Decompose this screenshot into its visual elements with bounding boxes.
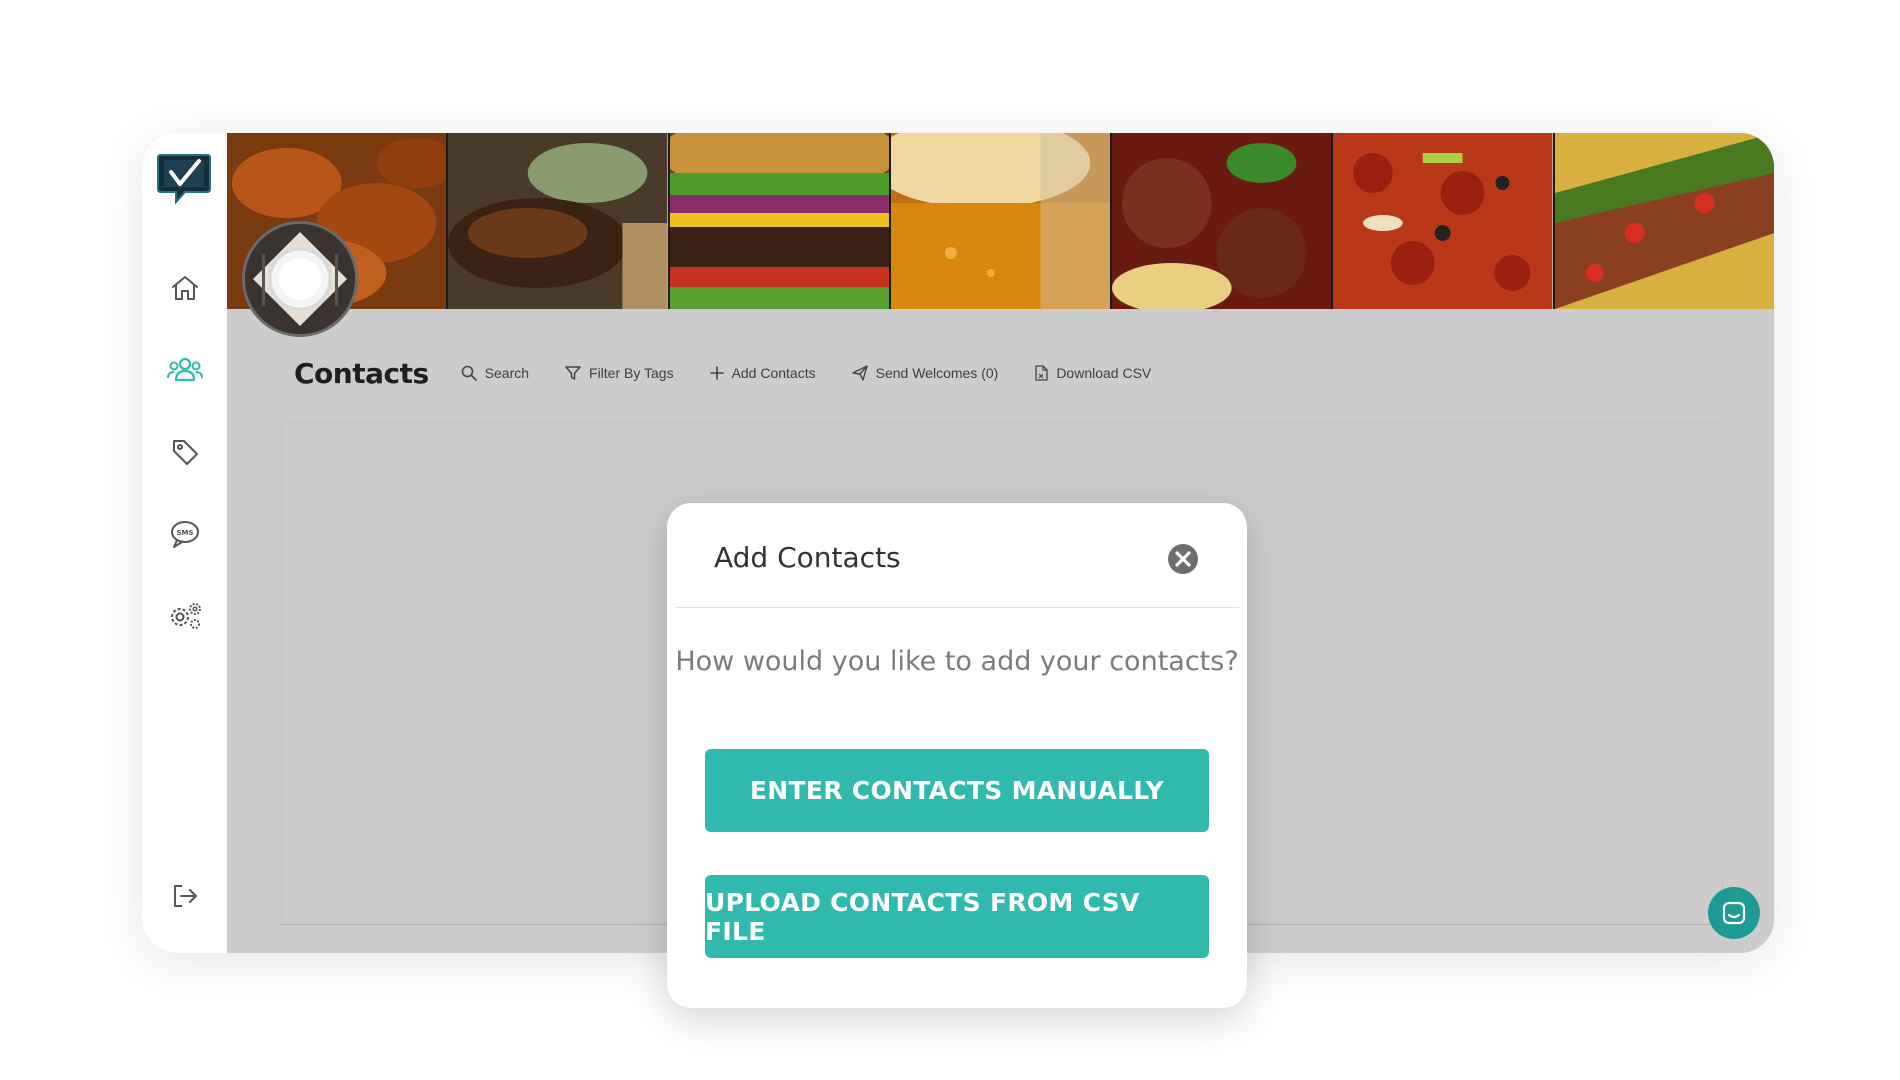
close-button[interactable] [1166, 542, 1200, 576]
banner-meatballs-image [1112, 133, 1334, 309]
download-csv-label: Download CSV [1056, 365, 1152, 381]
search-icon [461, 365, 477, 381]
contacts-toolbar: Contacts Search Filter By Tags Add Conta [294, 351, 1187, 395]
page-title: Contacts [294, 356, 429, 390]
food-banner [227, 133, 1774, 309]
sidebar: SMS [142, 133, 227, 953]
banner-ribs-image [448, 133, 670, 309]
app-logo[interactable] [155, 151, 213, 207]
close-icon [1168, 544, 1198, 574]
search-label: Search [484, 365, 530, 381]
sms-icon: SMS [171, 521, 199, 548]
filter-icon [565, 366, 581, 380]
add-contacts-label: Add Contacts [731, 365, 816, 381]
nav-tags[interactable] [163, 430, 207, 474]
plus-icon [709, 366, 724, 380]
upload-csv-button[interactable]: UPLOAD CONTACTS FROM CSV FILE [705, 875, 1209, 958]
modal-title: Add Contacts [714, 541, 901, 574]
chat-icon [1722, 901, 1746, 925]
modal-divider [675, 607, 1239, 608]
banner-pizza-image [1333, 133, 1555, 309]
nav-settings[interactable] [163, 594, 207, 638]
send-welcomes-label: Send Welcomes (0) [875, 365, 999, 381]
contacts-icon [167, 357, 203, 382]
nav-contacts[interactable] [163, 348, 207, 392]
settings-gears-icon [171, 603, 201, 629]
modal-question: How would you like to add your contacts? [675, 646, 1239, 677]
banner-beer-image [890, 133, 1113, 309]
send-icon [851, 365, 868, 381]
add-contacts-modal: Add Contacts How would you like to add y… [667, 503, 1247, 1008]
file-icon [1035, 365, 1048, 381]
nav-home[interactable] [163, 266, 207, 310]
nav-logout[interactable] [163, 874, 207, 918]
svg-text:SMS: SMS [176, 529, 193, 537]
download-csv-button[interactable]: Download CSV [1034, 365, 1151, 381]
logout-icon [174, 885, 197, 907]
send-welcomes-button[interactable]: Send Welcomes (0) [851, 365, 999, 381]
nav-sms[interactable]: SMS [163, 512, 207, 556]
tag-icon [173, 440, 198, 465]
banner-tacos-image [1554, 133, 1774, 309]
home-icon [172, 276, 198, 300]
search-button[interactable]: Search [461, 365, 529, 381]
restaurant-avatar[interactable] [242, 221, 358, 337]
add-contacts-button[interactable]: Add Contacts [709, 365, 816, 381]
filter-label: Filter By Tags [589, 365, 674, 381]
banner-burger-image [669, 133, 891, 309]
filter-by-tags-button[interactable]: Filter By Tags [565, 365, 674, 381]
enter-manually-button[interactable]: ENTER CONTACTS MANUALLY [705, 749, 1209, 832]
chat-support-button[interactable] [1708, 887, 1760, 939]
